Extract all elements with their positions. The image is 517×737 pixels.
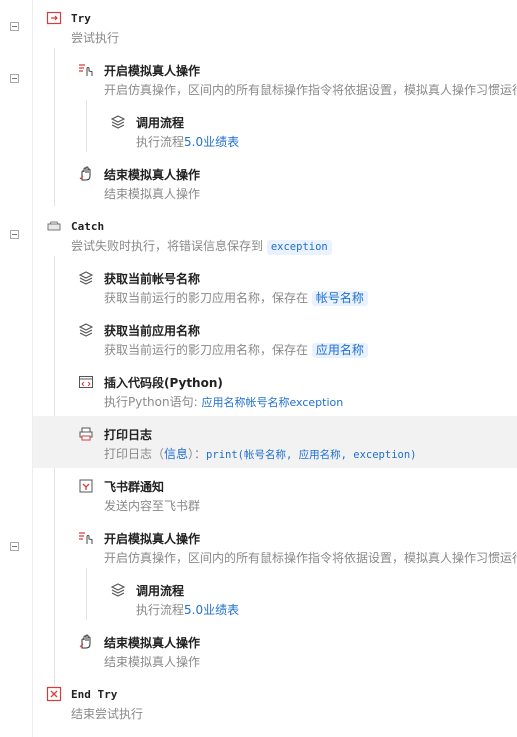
step-desc: 尝试失败时执行，将错误信息保存到 exception <box>71 239 332 255</box>
log-expression: print(帐号名称, 应用名称, exception) <box>206 449 417 461</box>
variable-tag[interactable]: 帐号名称 <box>311 291 368 306</box>
step-desc: 结束尝试执行 <box>71 707 144 721</box>
variable-tag[interactable]: 应用名称 <box>311 343 368 358</box>
step-desc: 获取当前运行的影刀应用名称，保存在 帐号名称 <box>104 291 368 306</box>
step-title: 插入代码段(Python) <box>104 376 223 390</box>
collapse-toggle-sim2[interactable] <box>10 542 19 551</box>
process-link[interactable]: 5.0业绩表 <box>184 603 239 617</box>
code-icon <box>78 374 94 390</box>
hand-stop-icon <box>78 634 94 650</box>
step-catch[interactable]: Catch 尝试失败时执行，将错误信息保存到 exception <box>33 208 517 260</box>
step-call-process-2[interactable]: 调用流程 执行流程5.0业绩表 <box>33 572 517 624</box>
step-title: 打印日志 <box>104 428 153 442</box>
hand-pointer-icon <box>78 62 94 78</box>
step-desc: 结束模拟真人操作 <box>104 187 201 201</box>
step-title: 结束模拟真人操作 <box>104 636 201 650</box>
layers-icon <box>78 322 94 338</box>
step-desc: 尝试执行 <box>71 31 120 45</box>
step-desc: 打印日志（信息）：print(帐号名称, 应用名称, exception) <box>104 447 417 461</box>
step-desc: 执行Python语句: 应用名称帐号名称exception <box>104 395 344 409</box>
layers-icon <box>110 582 126 598</box>
try-block-icon <box>46 10 62 26</box>
step-get-account-name[interactable]: 获取当前帐号名称 获取当前运行的影刀应用名称，保存在 帐号名称 <box>33 260 517 312</box>
step-desc: 执行流程5.0业绩表 <box>136 135 240 149</box>
step-title: 开启模拟真人操作 <box>104 532 201 546</box>
step-title: 获取当前应用名称 <box>104 324 201 338</box>
step-desc: 结束模拟真人操作 <box>104 655 201 669</box>
step-end-sim-1[interactable]: 结束模拟真人操作 结束模拟真人操作 <box>33 156 517 208</box>
step-start-sim-1[interactable]: 开启模拟真人操作 开启仿真操作，区间内的所有鼠标操作指令将依据设置，模拟真人操作… <box>33 52 517 104</box>
step-start-sim-2[interactable]: 开启模拟真人操作 开启仿真操作，区间内的所有鼠标操作指令将依据设置，模拟真人操作… <box>33 520 517 572</box>
catch-block-icon <box>46 218 62 234</box>
step-title: End Try <box>71 688 118 701</box>
collapse-toggle-try[interactable] <box>10 22 19 31</box>
step-desc: 开启仿真操作，区间内的所有鼠标操作指令将依据设置，模拟真人操作习惯运行 <box>104 83 517 97</box>
step-title: 开启模拟真人操作 <box>104 64 201 78</box>
collapse-toggle-catch[interactable] <box>10 230 19 239</box>
process-link[interactable]: 5.0业绩表 <box>184 135 239 149</box>
end-try-icon <box>46 686 62 702</box>
step-end-sim-2[interactable]: 结束模拟真人操作 结束模拟真人操作 <box>33 624 517 676</box>
hand-pointer-icon <box>78 530 94 546</box>
step-get-app-name[interactable]: 获取当前应用名称 获取当前运行的影刀应用名称，保存在 应用名称 <box>33 312 517 364</box>
step-desc: 开启仿真操作，区间内的所有鼠标操作指令将依据设置，模拟真人操作习惯运行 <box>104 551 517 565</box>
step-title: Try <box>71 12 91 25</box>
step-print-log[interactable]: 打印日志 打印日志（信息）：print(帐号名称, 应用名称, exceptio… <box>33 416 517 468</box>
step-title: 结束模拟真人操作 <box>104 168 201 182</box>
step-try[interactable]: Try 尝试执行 <box>33 0 517 52</box>
step-title: Catch <box>71 220 105 233</box>
step-title: 调用流程 <box>136 584 185 598</box>
code-snippet: 应用名称帐号名称exception <box>201 396 344 409</box>
layers-icon <box>110 114 126 130</box>
step-call-process-1[interactable]: 调用流程 执行流程5.0业绩表 <box>33 104 517 156</box>
step-desc: 执行流程5.0业绩表 <box>136 603 240 617</box>
step-title: 获取当前帐号名称 <box>104 272 201 286</box>
step-insert-code[interactable]: 插入代码段(Python) 执行Python语句: 应用名称帐号名称except… <box>33 364 517 416</box>
step-end-try[interactable]: End Try 结束尝试执行 <box>33 676 517 728</box>
step-title: 调用流程 <box>136 116 185 130</box>
step-title: 飞书群通知 <box>104 480 165 494</box>
step-desc: 获取当前运行的影刀应用名称，保存在 应用名称 <box>104 343 368 358</box>
printer-icon <box>78 426 94 442</box>
step-desc: 发送内容至飞书群 <box>104 499 201 513</box>
editor-gutter <box>0 0 33 737</box>
hand-stop-icon <box>78 166 94 182</box>
layers-icon <box>78 270 94 286</box>
variable-tag[interactable]: exception <box>266 240 332 255</box>
log-level[interactable]: 信息 <box>164 447 188 461</box>
collapse-toggle-sim1[interactable] <box>10 74 19 83</box>
step-feishu-notify[interactable]: 飞书群通知 发送内容至飞书群 <box>33 468 517 520</box>
feishu-icon <box>78 478 94 494</box>
